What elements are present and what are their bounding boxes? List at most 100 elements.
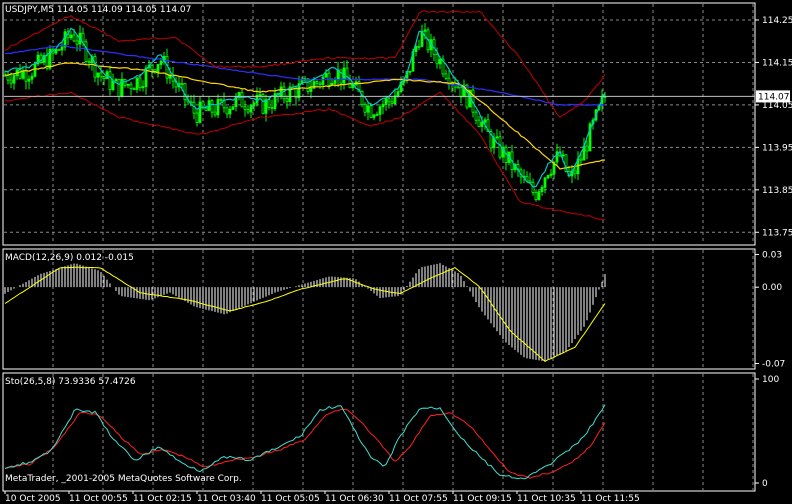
time-axis-label: 11 Oct 11:55: [581, 494, 640, 504]
candle-body: [75, 40, 79, 45]
candle-body: [438, 58, 442, 65]
candle-body: [477, 119, 481, 127]
candle-body: [531, 181, 535, 193]
candle-body: [252, 102, 256, 107]
candle-body: [309, 87, 313, 92]
candle-body: [138, 77, 142, 89]
candle-body: [135, 77, 139, 90]
candle-body: [9, 79, 13, 84]
candle-body: [537, 191, 541, 200]
candle-body: [480, 121, 484, 127]
candle-body: [96, 72, 100, 78]
candle-body: [474, 111, 478, 121]
candle-body: [198, 101, 202, 123]
candle-body: [483, 119, 487, 123]
candle-body: [585, 145, 589, 152]
candle-body: [378, 106, 382, 115]
candle-body: [243, 106, 247, 110]
candle-body: [132, 88, 136, 91]
candle-body: [249, 105, 253, 113]
candle-body: [528, 180, 532, 183]
time-axis-label: 11 Oct 02:15: [133, 494, 192, 504]
candle-body: [195, 112, 199, 123]
candle-body: [81, 32, 85, 43]
candle-body: [84, 41, 88, 62]
candle-body: [6, 74, 10, 81]
candle-body: [108, 71, 112, 90]
candle-body: [183, 83, 187, 101]
candle-body: [333, 79, 337, 84]
candle-body: [156, 64, 160, 73]
time-axis-label: 11 Oct 03:40: [197, 494, 256, 504]
candle-body: [246, 109, 250, 113]
candle-body: [57, 49, 61, 51]
candle-body: [408, 70, 412, 73]
candle-body: [315, 81, 319, 84]
time-axis-label: 11 Oct 07:55: [389, 494, 448, 504]
candle-body: [69, 34, 73, 39]
candle-body: [24, 70, 28, 82]
candle-body: [111, 80, 115, 90]
candle-body: [129, 83, 133, 90]
candle-body: [579, 158, 583, 161]
candle-body: [267, 99, 271, 109]
candle-body: [60, 46, 64, 51]
time-axis-label: 11 Oct 09:15: [453, 494, 512, 504]
candle-body: [534, 192, 538, 200]
candle-body: [549, 173, 553, 176]
candle-body: [99, 72, 103, 78]
candle-body: [543, 177, 547, 188]
time-axis-label: 11 Oct 05:05: [261, 494, 320, 504]
candle-body: [219, 99, 223, 101]
candle-body: [93, 56, 97, 78]
price-axis-label: 113.95: [762, 143, 792, 153]
candle-body: [180, 83, 184, 85]
candle-body: [375, 113, 379, 116]
candle-body: [456, 86, 460, 89]
chart-canvas[interactable]: 114.25114.15114.05113.95113.85113.75114.…: [0, 0, 792, 504]
candle-body: [213, 111, 217, 116]
candle-body: [141, 86, 145, 89]
time-axis-label: 11 Oct 10:35: [517, 494, 576, 504]
price-axis-label: 113.85: [762, 186, 792, 196]
candle-body: [87, 61, 91, 63]
time-axis-label: 11 Oct 00:55: [69, 494, 128, 504]
candle-body: [63, 31, 67, 48]
candle-body: [282, 86, 286, 100]
candle-body: [390, 101, 394, 104]
candle-body: [366, 105, 370, 113]
candle-body: [393, 95, 397, 104]
candle-body: [240, 92, 244, 108]
copyright-text: MetaTrader, _2001-2005 MetaQuotes Softwa…: [5, 474, 242, 484]
macd-axis-label: 0.03: [762, 250, 782, 260]
candle-body: [546, 175, 550, 179]
stoch-main-line: [4, 404, 606, 480]
candle-body: [561, 154, 565, 157]
candle-body: [381, 104, 385, 108]
candle-body: [285, 98, 289, 103]
macd-axis-label: -0.07: [762, 360, 785, 370]
candle-body: [114, 79, 118, 82]
candle-body: [435, 53, 439, 65]
candle-body: [495, 136, 499, 139]
macd-pane-border: [2, 248, 756, 370]
candle-body: [270, 107, 274, 110]
candle-body: [540, 186, 544, 193]
stoch-header: Sto(26,5,8) 73.9336 57.4726: [5, 377, 136, 387]
candle-body: [417, 45, 421, 48]
candle-body: [216, 99, 220, 116]
candle-body: [228, 108, 232, 115]
price-axis-label: 113.75: [762, 228, 792, 238]
candle-body: [396, 91, 400, 97]
price-axis-label: 114.25: [762, 16, 792, 26]
candle-body: [261, 94, 265, 114]
candle-body: [318, 82, 322, 85]
candle-body: [423, 29, 427, 32]
candle-body: [150, 64, 154, 71]
main-chart-header: USDJPY,M5 114.05 114.09 114.05 114.07: [5, 5, 192, 15]
candle-body: [369, 105, 373, 118]
candle-body: [279, 86, 283, 97]
candle-body: [102, 76, 106, 80]
candle-body: [258, 94, 262, 96]
candle-body: [126, 83, 130, 86]
